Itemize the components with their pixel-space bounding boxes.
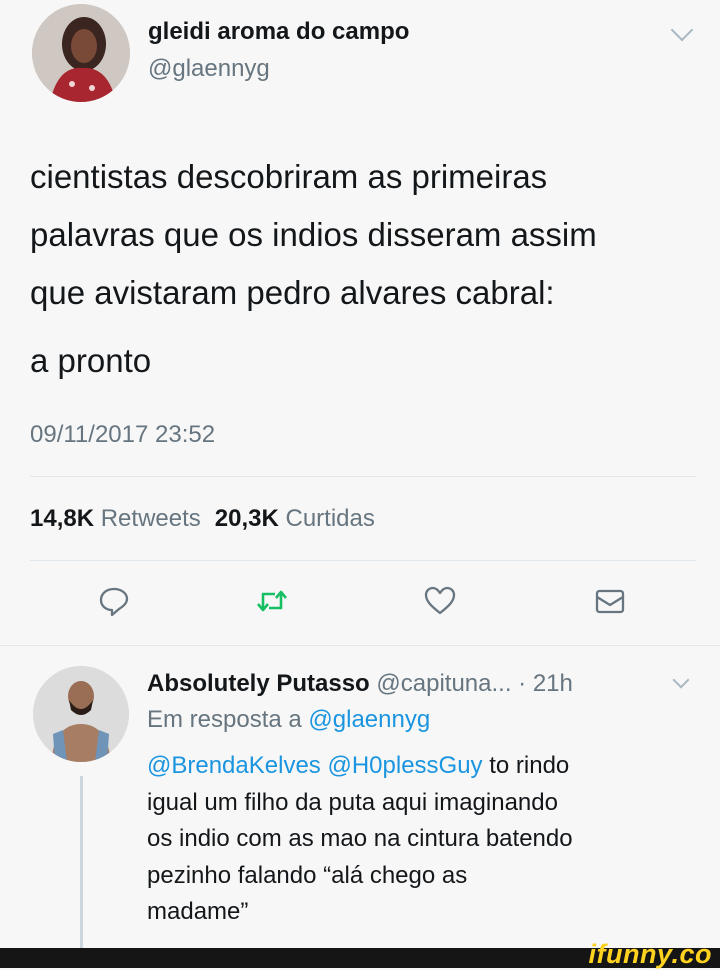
like-button[interactable]: [423, 584, 457, 618]
author-name[interactable]: gleidi aroma do campo: [148, 18, 409, 46]
message-button[interactable]: [593, 584, 627, 618]
reply-time[interactable]: · 21h: [518, 670, 573, 697]
main-tweet: gleidi aroma do campo @glaennyg cientist…: [0, 0, 720, 645]
chevron-down-icon[interactable]: [670, 18, 694, 42]
retweet-count[interactable]: 14,8K: [30, 505, 94, 532]
reply-tweet: Absolutely Putasso @capituna... · 21h Em…: [0, 646, 720, 948]
divider: [30, 560, 696, 561]
reply-text-line: to rindo: [482, 752, 570, 779]
tweet-text-line: a pronto: [30, 342, 152, 379]
reply-text-line: pezinho falando “alá chego as: [147, 861, 468, 889]
reply-text-line: igual um filho da puta aqui imaginando: [147, 788, 558, 816]
reply-text: @BrendaKelves @H0plessGuy to rindo igual…: [147, 748, 707, 931]
reply-text-line: os indio com as mao na cintura batendo: [147, 825, 573, 852]
message-icon: [595, 589, 625, 614]
like-label[interactable]: Curtidas: [285, 505, 374, 532]
reply-icon: [99, 587, 129, 617]
in-reply-handle-link[interactable]: @glaennyg: [308, 706, 430, 733]
like-count[interactable]: 20,3K: [215, 505, 279, 532]
tweet-text: cientistas descobriram as primeiras pala…: [30, 148, 700, 390]
tweet-text-line: palavras que os indios disseram assim: [30, 216, 597, 253]
mention-link[interactable]: @H0plessGuy: [327, 752, 482, 779]
mention-link[interactable]: @BrendaKelves: [147, 752, 321, 779]
author-handle[interactable]: @glaennyg: [148, 55, 270, 83]
reply-author-name[interactable]: Absolutely Putasso: [147, 670, 370, 697]
author-avatar[interactable]: [32, 4, 130, 102]
chevron-down-icon[interactable]: [672, 671, 690, 689]
divider: [30, 476, 696, 477]
reply-header: Absolutely Putasso @capituna... · 21h: [147, 670, 573, 698]
tweet-text-line: que avistaram pedro alvares cabral:: [30, 274, 555, 311]
tweet-text-line: cientistas descobriram as primeiras: [30, 158, 548, 195]
thread-line: [80, 776, 83, 948]
in-reply-prefix: Em resposta a: [147, 706, 302, 733]
watermark-logo: ifunny.co: [588, 939, 712, 969]
like-icon: [424, 586, 456, 615]
watermark-bar: ifunny.co: [0, 939, 720, 969]
reply-button[interactable]: [97, 584, 131, 618]
reply-text-line: madame”: [147, 898, 249, 925]
retweet-button[interactable]: [255, 584, 289, 618]
retweet-icon: [257, 590, 287, 612]
reply-author-avatar[interactable]: [33, 666, 129, 762]
reply-author-handle[interactable]: @capituna...: [376, 670, 511, 697]
retweet-label[interactable]: Retweets: [101, 505, 201, 532]
in-reply-to: Em resposta a @glaennyg: [147, 706, 430, 734]
tweet-stats: 14,8K Retweets 20,3K Curtidas: [30, 505, 375, 533]
tweet-timestamp[interactable]: 09/11/2017 23:52: [30, 421, 215, 449]
